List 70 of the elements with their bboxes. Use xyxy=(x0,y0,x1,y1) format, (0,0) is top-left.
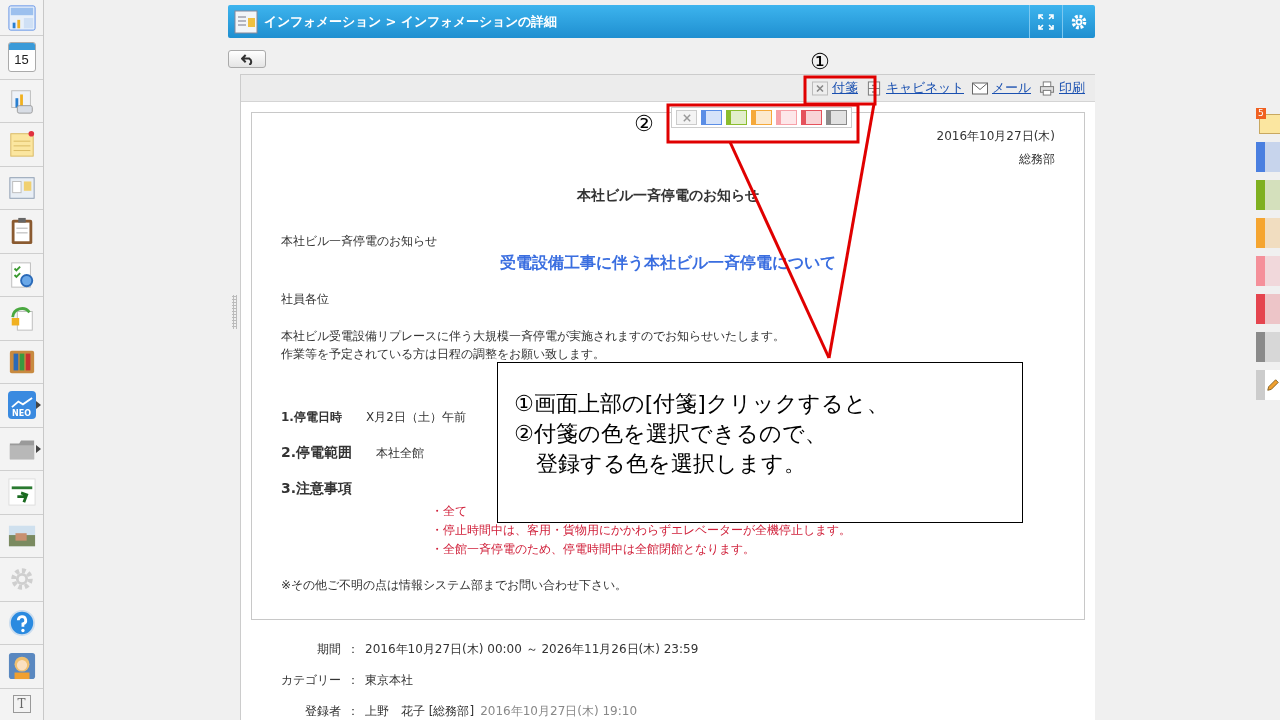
sticky-tab[interactable] xyxy=(1256,256,1280,286)
text-icon[interactable]: T xyxy=(12,694,31,713)
separator: ： xyxy=(347,672,359,689)
color-swatch[interactable] xyxy=(726,110,747,125)
footer-note: ※その他ご不明の点は情報システム部までお問い合わせ下さい。 xyxy=(281,577,629,594)
back-button[interactable] xyxy=(228,50,266,68)
caution-note: ・全て xyxy=(431,503,468,520)
settings-icon xyxy=(1070,12,1088,31)
logo-icon[interactable] xyxy=(7,478,36,507)
close-icon xyxy=(682,113,691,122)
sticky-tab[interactable] xyxy=(1256,180,1280,210)
count-badge: 5 xyxy=(1256,108,1266,119)
field-value: 上野 花子 [総務部] xyxy=(365,703,475,720)
sticky-tab[interactable] xyxy=(1256,294,1280,324)
section-heading: 3.注意事項 xyxy=(281,480,353,498)
sticky-tab[interactable] xyxy=(1256,332,1280,362)
subject-line: 本社ビル一斉停電のお知らせ xyxy=(281,233,438,250)
sticky-tab[interactable] xyxy=(1256,142,1280,172)
help-icon[interactable] xyxy=(7,608,36,637)
body-text: 本社ビル受電設備リプレースに伴う大規模一斉停電が実施されますのでお知らせいたします。 xyxy=(281,328,786,345)
caution-note: ・停止時間中は、客用・貨物用にかかわらずエレベーターが全機停止します。 xyxy=(431,522,852,539)
field-value: 東京本社 xyxy=(365,672,413,689)
expand-icon xyxy=(1038,13,1054,30)
neo-app-icon[interactable]: NEO xyxy=(7,391,36,420)
body-text: 作業等を予定されている方は日程の調整をお願い致します。 xyxy=(281,346,606,363)
cabinet-link[interactable]: キャビネット xyxy=(866,79,964,97)
timestamp: 2016年10月27日(木) 19:10 xyxy=(480,703,638,720)
field-value: 2016年10月27日(木) 00:00 ～ 2026年11月26日(木) 23:59 xyxy=(365,641,699,658)
pencil-tab[interactable] xyxy=(1256,370,1280,400)
sticky-link[interactable]: 付箋 xyxy=(812,79,858,97)
separator: ： xyxy=(347,641,359,658)
information-icon xyxy=(234,9,258,34)
callout-text: 登録する色を選択します。 xyxy=(535,450,807,478)
section-heading: 2.停電範囲 xyxy=(281,444,353,462)
caution-note: ・全館一斉停電のため、停電時間中は全館閉館となります。 xyxy=(431,541,756,558)
color-swatch[interactable] xyxy=(776,110,797,125)
step-marker: ① xyxy=(810,50,830,74)
callout-text: ②付箋の色を選択できるので、 xyxy=(513,420,828,448)
calendar-icon[interactable]: 15 xyxy=(7,42,36,73)
department: 総務部 xyxy=(1018,151,1055,168)
dashboard-icon[interactable] xyxy=(7,3,36,32)
support-person-icon[interactable] xyxy=(7,652,36,681)
section-heading: 1.停電日時 xyxy=(281,409,342,426)
clear-color-button[interactable] xyxy=(676,110,697,125)
field-label: 期間 xyxy=(316,641,341,658)
field-label: カテゴリー xyxy=(280,672,341,689)
memo-icon[interactable] xyxy=(7,130,36,159)
greeting: 社員各位 xyxy=(281,291,330,308)
mail-link[interactable]: メール xyxy=(972,79,1031,97)
close-icon xyxy=(812,80,828,96)
breadcrumb: インフォメーション > インフォメーションの詳細 xyxy=(264,12,558,31)
mail-icon xyxy=(972,80,988,96)
print-link[interactable]: 印刷 xyxy=(1039,79,1085,97)
section-value: X月2日（土）午前 xyxy=(365,409,466,426)
step-marker: ② xyxy=(634,112,654,136)
color-swatch[interactable] xyxy=(701,110,722,125)
splitter-handle[interactable] xyxy=(231,295,237,329)
pencil-icon xyxy=(1265,378,1280,392)
color-swatch[interactable] xyxy=(801,110,822,125)
separator: ： xyxy=(347,703,359,720)
sticky-tab[interactable] xyxy=(1256,218,1280,248)
printer-icon xyxy=(1039,80,1055,96)
callout-text: ①画面上部の[付箋]クリックすると、 xyxy=(513,390,890,418)
section-value: 本社全館 xyxy=(376,445,425,462)
color-swatch[interactable] xyxy=(751,110,772,125)
field-label: 登録者 xyxy=(304,703,341,720)
color-swatch[interactable] xyxy=(826,110,847,125)
back-arrow-icon xyxy=(240,53,254,65)
cabinet-icon xyxy=(866,80,882,96)
date: 2016年10月27日(木) xyxy=(935,128,1055,145)
